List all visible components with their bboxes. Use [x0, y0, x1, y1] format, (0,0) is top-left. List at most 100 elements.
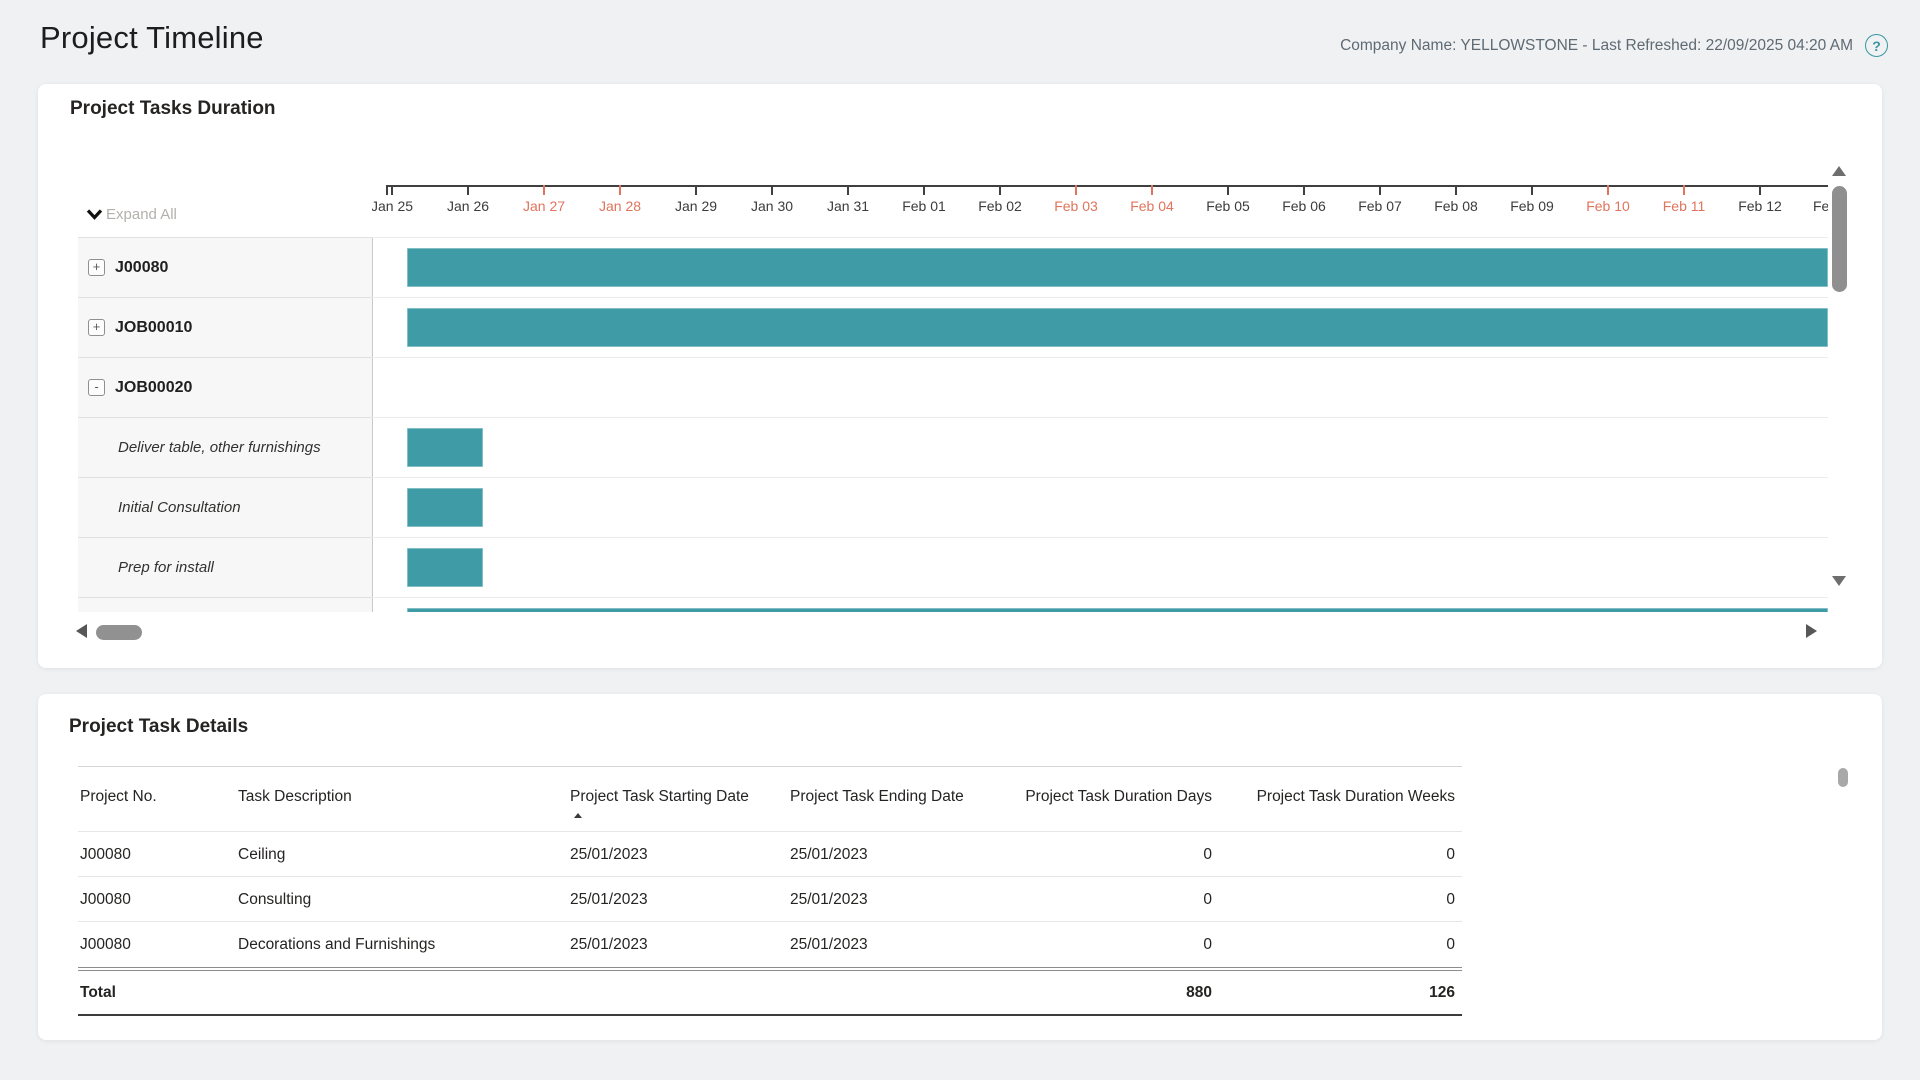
axis-date-label: Feb 04 — [1130, 198, 1174, 214]
axis-date-label: Feb 02 — [978, 198, 1022, 214]
column-header[interactable]: Task Description — [238, 767, 558, 831]
axis-tick — [1227, 185, 1229, 195]
table-cell: 25/01/2023 — [790, 877, 1010, 921]
gantt-chart-row — [372, 478, 1828, 538]
vertical-scrollbar-thumb[interactable] — [1832, 186, 1847, 292]
axis-date-label: Jan 25 — [372, 198, 413, 214]
axis-date-label: Jan 31 — [827, 198, 869, 214]
expand-all-label: Expand All — [106, 206, 177, 223]
help-icon[interactable]: ? — [1865, 34, 1888, 57]
gantt-chart-row — [372, 358, 1828, 418]
gantt-row-label: Deliver table, other furnishings — [118, 439, 321, 456]
table-cell: 25/01/2023 — [570, 922, 790, 967]
table-total-row: Total880126 — [78, 967, 1462, 1016]
axis-date-label: Fe — [1813, 198, 1828, 214]
axis-start-tick — [386, 185, 388, 195]
table-cell: 0 — [1012, 832, 1212, 876]
axis-date-label: Feb 10 — [1586, 198, 1630, 214]
axis-tick — [619, 185, 621, 195]
axis-date-label: Feb 05 — [1206, 198, 1250, 214]
table-cell: 0 — [1255, 922, 1455, 967]
column-header[interactable]: Project Task Ending Date — [790, 767, 1010, 831]
expand-icon[interactable]: + — [88, 259, 105, 276]
chevron-down-icon — [86, 209, 103, 220]
gantt-row-label: Prep for install — [118, 559, 214, 576]
axis-date-label: Feb 11 — [1663, 198, 1706, 214]
scroll-up-icon[interactable] — [1832, 166, 1846, 176]
gantt-chart-row — [372, 538, 1828, 598]
axis-tick — [999, 185, 1001, 195]
gantt-task-row — [78, 598, 372, 612]
table-cell: J00080 — [80, 877, 230, 921]
column-header[interactable]: Project Task Starting Date — [570, 767, 790, 831]
details-card: Project Task Details Project No.Task Des… — [38, 694, 1882, 1040]
table-row[interactable]: J00080Ceiling25/01/202325/01/202300 — [78, 832, 1462, 877]
column-header[interactable]: Project Task Duration Weeks — [1255, 767, 1455, 831]
table-row[interactable]: J00080Decorations and Furnishings25/01/2… — [78, 922, 1462, 967]
table-scrollbar-thumb[interactable] — [1838, 768, 1848, 787]
gantt-chart-area: Jan 25Jan 26Jan 27Jan 28Jan 29Jan 30Jan … — [372, 140, 1828, 612]
axis-date-label: Jan 29 — [675, 198, 717, 214]
table-cell: 0 — [1255, 877, 1455, 921]
gantt-chart-row — [372, 238, 1828, 298]
horizontal-scrollbar-thumb[interactable] — [96, 625, 142, 640]
gantt-bar[interactable] — [407, 608, 1828, 612]
axis-tick — [1531, 185, 1533, 195]
axis-tick — [1379, 185, 1381, 195]
gantt-task-row: Deliver table, other furnishings — [78, 418, 372, 478]
report-page: Project Timeline Company Name: YELLOWSTO… — [0, 0, 1920, 1080]
gantt-group-row: + J00080 — [78, 238, 372, 298]
gantt-group-row: -JOB00020 — [78, 358, 372, 418]
table-cell: 25/01/2023 — [570, 877, 790, 921]
axis-date-label: Jan 27 — [523, 198, 565, 214]
page-title: Project Timeline — [40, 20, 264, 56]
gantt-row-label: J00080 — [115, 259, 168, 277]
gantt-bar[interactable] — [407, 248, 1828, 287]
axis-date-label: Jan 26 — [447, 198, 489, 214]
expand-all-button[interactable]: Expand All — [86, 206, 177, 223]
table-cell: J00080 — [80, 832, 230, 876]
gantt-bar[interactable] — [407, 488, 483, 527]
gantt-rows — [372, 237, 1828, 612]
table-cell: Decorations and Furnishings — [238, 922, 558, 967]
axis-tick — [1759, 185, 1761, 195]
axis-tick — [1607, 185, 1609, 195]
gantt-chart-row — [372, 298, 1828, 358]
scroll-down-icon[interactable] — [1832, 576, 1846, 586]
gantt-task-list: + J00080 + JOB00010 -JOB00020 Deliver table, … — [78, 237, 372, 612]
collapse-icon[interactable]: - — [88, 379, 105, 396]
axis-tick — [391, 185, 393, 195]
table-cell: 0 — [1012, 877, 1212, 921]
gantt-bar[interactable] — [407, 548, 483, 587]
axis-tick — [543, 185, 545, 195]
details-table: Project No.Task DescriptionProject Task … — [78, 766, 1462, 1016]
scroll-left-icon[interactable] — [76, 624, 87, 638]
gantt-chart-row — [372, 598, 1828, 612]
gantt-bar[interactable] — [407, 428, 483, 467]
column-header[interactable]: Project No. — [80, 767, 230, 831]
gantt-row-label: JOB00010 — [115, 319, 192, 337]
table-row[interactable]: J00080Consulting25/01/202325/01/202300 — [78, 877, 1462, 922]
axis-tick — [771, 185, 773, 195]
gantt-bar[interactable] — [407, 308, 1828, 347]
report-header-right: Company Name: YELLOWSTONE - Last Refresh… — [1340, 34, 1888, 57]
axis-tick — [1151, 185, 1153, 195]
sort-ascending-icon — [574, 813, 582, 818]
axis-tick — [1303, 185, 1305, 195]
axis-date-label: Feb 08 — [1434, 198, 1478, 214]
axis-tick — [847, 185, 849, 195]
column-header[interactable]: Project Task Duration Days — [1012, 767, 1212, 831]
scroll-right-icon[interactable] — [1806, 624, 1817, 638]
table-cell: 25/01/2023 — [790, 922, 1010, 967]
gantt-row-label: JOB00020 — [115, 379, 192, 397]
axis-tick — [923, 185, 925, 195]
expand-icon[interactable]: + — [88, 319, 105, 336]
gantt-axis — [386, 185, 1828, 187]
table-cell: Consulting — [238, 877, 558, 921]
axis-date-label: Feb 09 — [1510, 198, 1554, 214]
axis-tick — [1075, 185, 1077, 195]
gantt-card-title: Project Tasks Duration — [70, 98, 276, 120]
gantt-task-row: Prep for install — [78, 538, 372, 598]
total-label: Total — [80, 968, 230, 1014]
table-cell: 25/01/2023 — [570, 832, 790, 876]
